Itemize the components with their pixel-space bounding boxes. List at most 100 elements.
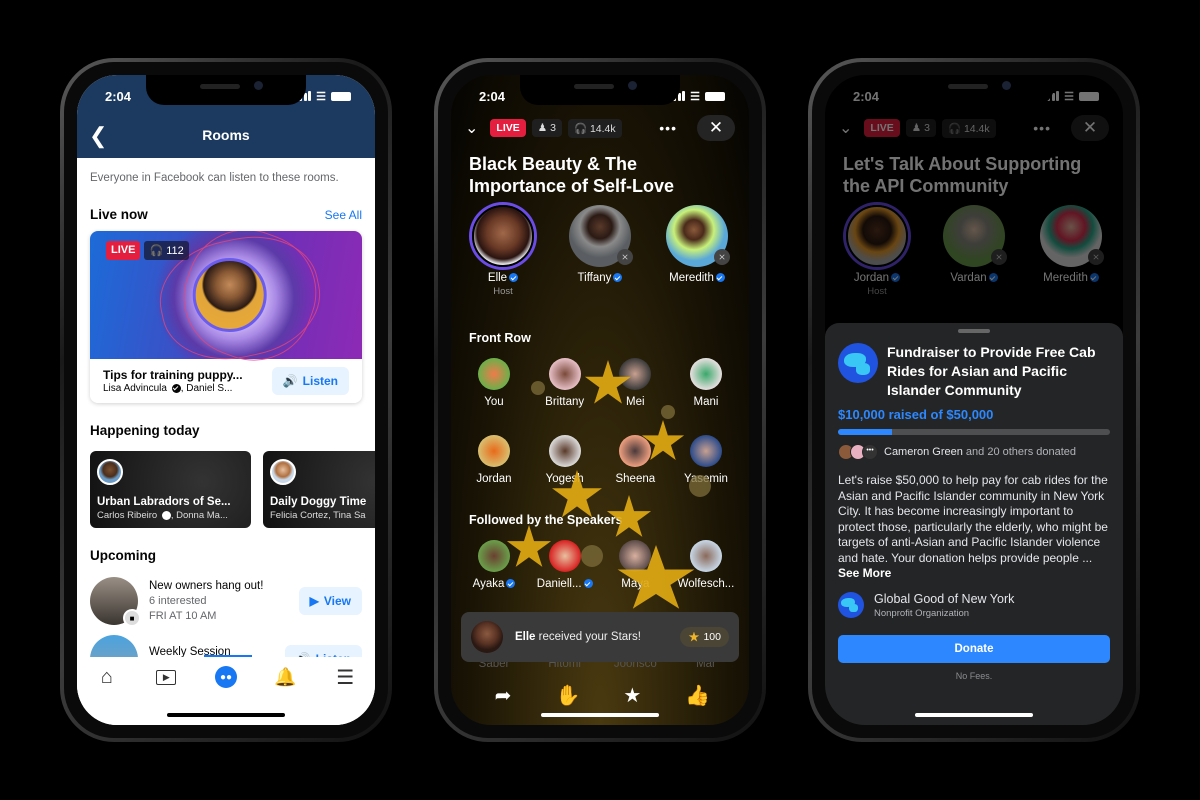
speaker-icon: 🔊: [282, 374, 298, 388]
status-time: 2:04: [853, 88, 880, 104]
muted-mic-icon: ⨯: [714, 249, 730, 265]
audience-name: Brittany: [545, 396, 585, 408]
speaker[interactable]: Jordan Host: [835, 205, 919, 297]
today-room-card[interactable]: Urban Labradors of Se... Carlos Ribeiro …: [90, 451, 251, 528]
speaker[interactable]: ⨯ Meredith: [1029, 205, 1113, 297]
avatar: [689, 358, 722, 390]
home-indicator: [915, 713, 1033, 717]
host-avatar: [192, 258, 267, 332]
more-options-icon[interactable]: •••: [659, 120, 677, 136]
audience-member[interactable]: Mani: [673, 358, 739, 408]
audience-member[interactable]: Wolfesch...: [673, 540, 739, 590]
close-button[interactable]: ✕: [697, 115, 735, 141]
avatar: [619, 435, 652, 467]
see-more-link[interactable]: See More: [838, 566, 891, 580]
speaker-name: Jordan: [853, 272, 890, 284]
like-icon[interactable]: 👍: [685, 683, 710, 708]
verified-icon: [161, 510, 171, 520]
avatar: [619, 358, 652, 390]
happening-today-heading: Happening today: [90, 423, 200, 438]
audience-member[interactable]: Jordan: [461, 435, 527, 485]
home-indicator: [167, 713, 285, 717]
speakers-row: Elle Host ⨯ Tiffany ⨯ Meredith: [461, 205, 739, 297]
avatar: [472, 205, 534, 267]
minimize-chevron-icon[interactable]: ⌄: [839, 118, 852, 138]
video-play-icon: ▶: [156, 669, 177, 685]
live-now-heading: Live now: [90, 207, 148, 222]
tab-watch[interactable]: ▶: [152, 665, 180, 689]
send-stars-icon[interactable]: ★: [620, 683, 644, 708]
see-all-link[interactable]: See All: [325, 208, 362, 222]
stars-count-badge: 100: [680, 627, 729, 647]
today-room-title: Daily Doggy Time: [270, 496, 367, 508]
notch: [520, 75, 680, 105]
organization-row[interactable]: Global Good of New York Nonprofit Organi…: [838, 592, 1110, 619]
avatar: [478, 358, 510, 390]
bubble-decoration: [661, 405, 675, 419]
view-button[interactable]: ▶ View: [298, 587, 362, 615]
speaker[interactable]: Elle Host: [461, 205, 545, 297]
raised-amount: $10,000 raised of $50,000: [838, 407, 994, 422]
donors-row[interactable]: ••• Cameron Green and 20 others donated: [838, 444, 1110, 460]
verified-icon: [891, 273, 901, 283]
audience-member[interactable]: You: [461, 358, 527, 408]
avatar: ⨯: [666, 205, 730, 267]
listener-count-badge: 🎧 14.4k: [941, 118, 996, 138]
speaker-name: Meredith: [669, 272, 714, 284]
speaker-name: Tiffany: [577, 272, 612, 284]
audience-name: Mei: [626, 396, 645, 408]
status-time: 2:04: [479, 88, 506, 104]
phone-live-room: 2:04 ☰ ⌄ LIVE ♟ 3 🎧 14.4k ••• ✕ Black Be…: [434, 58, 766, 742]
fundraiser-sheet: Fundraiser to Provide Free Cab Rides for…: [825, 323, 1123, 725]
listener-count-badge: 🎧 112: [144, 241, 189, 260]
live-room-cohosts: , Daniel S...: [180, 383, 233, 394]
rooms-description: Everyone in Facebook can listen to these…: [90, 172, 339, 184]
avatar: [478, 540, 510, 572]
speaker-role: Host: [867, 286, 887, 297]
audience-member[interactable]: Yogesh: [532, 435, 598, 485]
tab-rooms[interactable]: ●●: [212, 665, 240, 689]
avatar: ⨯: [569, 205, 633, 267]
today-room-host: Felicia Cortez, Tina Sa: [270, 510, 366, 521]
audience-name: Ayaka: [472, 578, 505, 590]
today-room-title: Urban Labradors of Se...: [97, 496, 231, 508]
close-icon: ✕: [1082, 118, 1098, 137]
raise-hand-icon[interactable]: ✋: [556, 683, 581, 708]
phone-fundraiser: 2:04 ☰ ⌄ LIVE ♟ 3 🎧 14.4k ••• ✕ Let's Ta…: [808, 58, 1140, 742]
avatar: ■: [90, 577, 141, 627]
speaker[interactable]: ⨯ Tiffany: [558, 205, 642, 297]
audience-name: Wolfesch...: [677, 578, 735, 590]
phone-rooms-list: 2:04 ☰ ❮ Rooms Everyone in Facebook can …: [60, 58, 392, 742]
upcoming-item[interactable]: ■ New owners hang out! 6 interested FRI …: [90, 577, 362, 627]
audience-name: Jordan: [476, 473, 512, 485]
listen-button[interactable]: 🔊Listen: [271, 367, 349, 395]
avatar: [548, 540, 581, 572]
speaker-role: Host: [493, 286, 513, 297]
minimize-chevron-icon[interactable]: ⌄: [465, 118, 478, 138]
audience-name: Mani: [693, 396, 719, 408]
bubble-decoration: [581, 545, 603, 567]
share-icon[interactable]: ➦: [491, 683, 515, 708]
tab-home[interactable]: ⌂: [93, 665, 121, 689]
close-button[interactable]: ✕: [1071, 115, 1109, 141]
bubble-decoration: [689, 475, 711, 497]
live-room-artwork: LIVE 🎧 112: [90, 231, 362, 378]
page-title: Rooms: [202, 127, 250, 143]
more-options-icon[interactable]: •••: [1033, 120, 1051, 136]
live-room-title: Tips for training puppy...: [103, 368, 243, 382]
today-room-card[interactable]: Daily Doggy Time Felicia Cortez, Tina Sa: [263, 451, 375, 528]
home-indicator: [541, 713, 659, 717]
room-title: Let's Talk About Supporting the API Comm…: [843, 154, 1082, 196]
tab-notifications[interactable]: 🔔: [272, 665, 300, 689]
speaker[interactable]: ⨯ Meredith: [655, 205, 739, 297]
avatar: [97, 459, 123, 485]
donate-button[interactable]: Donate: [838, 634, 1110, 663]
speaker[interactable]: ⨯ Vardan: [932, 205, 1016, 297]
live-room-card[interactable]: LIVE 🎧 112 Tips for training puppy... Li…: [90, 231, 362, 403]
headphones-icon: 🎧: [573, 122, 588, 135]
tab-menu[interactable]: ☰: [331, 665, 359, 689]
organization-type: Nonprofit Organization: [874, 607, 970, 619]
avatar: [619, 540, 652, 572]
status-time: 2:04: [105, 88, 132, 104]
sheet-drag-handle[interactable]: [958, 329, 990, 333]
